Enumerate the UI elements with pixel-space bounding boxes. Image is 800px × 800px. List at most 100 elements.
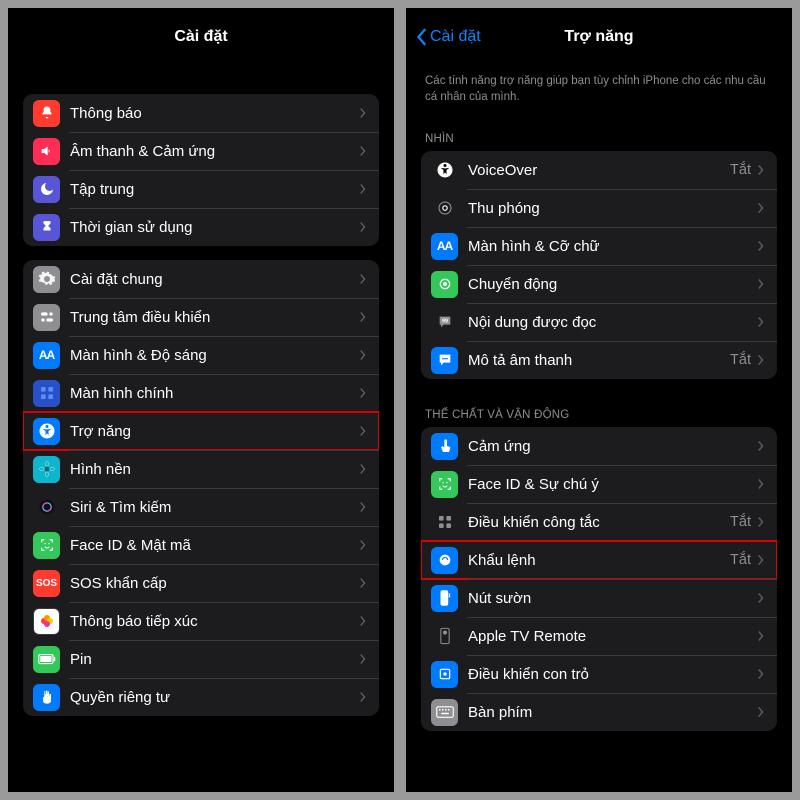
row-label: Face ID & Mật mã [70, 537, 359, 554]
spoken-icon: 99 [431, 309, 458, 336]
content-right: Các tính năng trợ năng giúp bạn tùy chỉn… [406, 66, 792, 792]
row-value: Tắt [730, 352, 751, 368]
row-voice-control[interactable]: Khẩu lệnhTắt [421, 541, 777, 579]
row-label: Thông báo [70, 105, 359, 122]
row-display-text[interactable]: AAMàn hình & Cỡ chữ [421, 227, 777, 265]
row-display[interactable]: AAMàn hình & Độ sáng [23, 336, 379, 374]
chevron-right-icon [359, 183, 367, 195]
chevron-right-icon [359, 463, 367, 475]
audio-desc-icon [431, 347, 458, 374]
battery-icon [33, 646, 60, 673]
row-battery[interactable]: Pin [23, 640, 379, 678]
privacy-icon [33, 684, 60, 711]
row-label: Nội dung được đọc [468, 314, 757, 331]
row-sos[interactable]: SOSSOS khẩn cấp [23, 564, 379, 602]
chevron-right-icon [757, 706, 765, 718]
wallpaper-icon [33, 456, 60, 483]
control-center-icon [33, 304, 60, 331]
chevron-right-icon [359, 653, 367, 665]
chevron-right-icon [757, 440, 765, 452]
row-side-button[interactable]: Nút sườn [421, 579, 777, 617]
row-label: Điều khiển con trỏ [468, 666, 757, 683]
row-label: Pin [70, 651, 359, 668]
back-label: Cài đặt [430, 28, 481, 46]
chevron-right-icon [757, 202, 765, 214]
row-zoom[interactable]: Thu phóng [421, 189, 777, 227]
phone-left: Cài đặt Thông báoÂm thanh & Cảm ứngTập t… [8, 8, 394, 792]
row-apple-tv[interactable]: Apple TV Remote [421, 617, 777, 655]
chevron-right-icon [757, 478, 765, 490]
row-siri[interactable]: Siri & Tìm kiếm [23, 488, 379, 526]
header-right: Cài đặt Trợ năng [406, 8, 792, 66]
chevron-right-icon [757, 516, 765, 528]
chevron-right-icon [359, 145, 367, 157]
voiceover-icon [431, 157, 458, 184]
group-left-0: Thông báo Âm thanh & Cảm ứng Tập trung Thời… [23, 94, 379, 246]
row-face-attention[interactable]: Face ID & Sự chú ý [421, 465, 777, 503]
chevron-right-icon [757, 278, 765, 290]
row-pointer[interactable]: Điều khiển con trỏ [421, 655, 777, 693]
row-control-center[interactable]: Trung tâm điều khiển [23, 298, 379, 336]
row-label: Apple TV Remote [468, 628, 757, 645]
row-label: Màn hình chính [70, 385, 359, 402]
row-touch[interactable]: Cảm ứng [421, 427, 777, 465]
row-label: Thu phóng [468, 200, 757, 217]
row-wallpaper[interactable]: Hình nền [23, 450, 379, 488]
chevron-right-icon [757, 316, 765, 328]
row-label: Khẩu lệnh [468, 552, 730, 569]
back-button[interactable]: Cài đặt [416, 28, 481, 46]
zoom-icon [431, 195, 458, 222]
row-label: Tập trung [70, 181, 359, 198]
row-general[interactable]: Cài đặt chung [23, 260, 379, 298]
row-label: Thông báo tiếp xúc [70, 613, 359, 630]
face-attention-icon [431, 471, 458, 498]
row-notifications[interactable]: Thông báo [23, 94, 379, 132]
row-exposure[interactable]: Thông báo tiếp xúc [23, 602, 379, 640]
row-faceid[interactable]: Face ID & Mật mã [23, 526, 379, 564]
chevron-right-icon [757, 592, 765, 604]
chevron-left-icon [416, 28, 428, 46]
accessibility-icon [33, 418, 60, 445]
sections-container: NHÌNVoiceOverTắtThu phóngAAMàn hình & Cỡ… [421, 117, 777, 731]
page-title: Trợ năng [564, 28, 633, 46]
row-keyboards[interactable]: Bàn phím [421, 693, 777, 731]
row-screentime[interactable]: Thời gian sử dụng [23, 208, 379, 246]
row-motion[interactable]: Chuyển động [421, 265, 777, 303]
row-privacy[interactable]: Quyền riêng tư [23, 678, 379, 716]
row-sounds[interactable]: Âm thanh & Cảm ứng [23, 132, 379, 170]
row-label: Trợ năng [70, 423, 359, 440]
row-label: Quyền riêng tư [70, 689, 359, 706]
row-accessibility[interactable]: Trợ năng [23, 412, 379, 450]
phone-right: Cài đặt Trợ năng Các tính năng trợ năng … [406, 8, 792, 792]
row-spoken[interactable]: 99 Nội dung được đọc [421, 303, 777, 341]
group-left-1: Cài đặt chungTrung tâm điều khiểnAAMàn h… [23, 260, 379, 716]
row-focus[interactable]: Tập trung [23, 170, 379, 208]
row-label: Nút sườn [468, 590, 757, 607]
general-icon [33, 266, 60, 293]
chevron-right-icon [359, 221, 367, 233]
sounds-icon [33, 138, 60, 165]
row-label: Hình nền [70, 461, 359, 478]
chevron-right-icon [359, 691, 367, 703]
chevron-right-icon [359, 577, 367, 589]
row-label: Chuyển động [468, 276, 757, 293]
row-home-screen[interactable]: Màn hình chính [23, 374, 379, 412]
chevron-right-icon [359, 107, 367, 119]
section-header: THỂ CHẤT VÀ VẬN ĐỘNG [421, 393, 777, 427]
chevron-right-icon [757, 354, 765, 366]
chevron-right-icon [359, 273, 367, 285]
row-label: Thời gian sử dụng [70, 219, 359, 236]
row-label: Bàn phím [468, 704, 757, 721]
faceid-icon [33, 532, 60, 559]
chevron-right-icon [359, 311, 367, 323]
row-value: Tắt [730, 162, 751, 178]
row-label: Cảm ứng [468, 438, 757, 455]
touch-icon [431, 433, 458, 460]
row-audio-desc[interactable]: Mô tả âm thanhTắt [421, 341, 777, 379]
row-switch-control[interactable]: Điều khiển công tắcTắt [421, 503, 777, 541]
row-label: Siri & Tìm kiếm [70, 499, 359, 516]
chevron-right-icon [757, 630, 765, 642]
row-voiceover[interactable]: VoiceOverTắt [421, 151, 777, 189]
row-label: Âm thanh & Cảm ứng [70, 143, 359, 160]
row-label: Màn hình & Cỡ chữ [468, 238, 757, 255]
